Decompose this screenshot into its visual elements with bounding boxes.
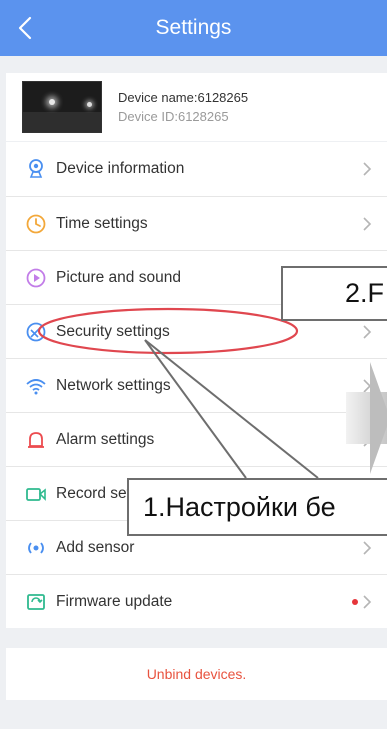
menu-item-label: Picture and sound [56,268,181,286]
menu-item-label: Firmware update [56,592,173,610]
menu-item-picture-and-sound[interactable]: Picture and sound [6,250,387,304]
device-card[interactable]: Device name:6128265 Device ID:6128265 [6,73,387,141]
wifi-icon [24,374,48,398]
title-bar: Settings [0,0,387,56]
media-icon [24,266,48,290]
menu-item-time-settings[interactable]: Time settings [6,196,387,250]
chevron-right-icon [357,484,377,504]
menu-item-device-information[interactable]: Device information [6,142,387,196]
device-name: Device name:6128265 [118,90,249,105]
chevron-right-icon [357,376,377,396]
chevron-right-icon [357,322,377,342]
device-thumbnail [22,81,102,133]
menu-item-label: Record set [56,484,131,502]
chevron-right-icon [357,159,377,179]
sensor-icon [24,536,48,560]
chevron-right-icon [357,538,377,558]
clock-icon [24,212,48,236]
menu-item-add-sensor[interactable]: Add sensor [6,520,387,574]
menu-item-alarm-settings[interactable]: Alarm settings [6,412,387,466]
menu-item-record-settings[interactable]: Record set [6,466,387,520]
device-info-icon [24,157,48,181]
back-button[interactable] [10,10,40,46]
page-title: Settings [155,16,232,39]
unbind-devices-button[interactable]: Unbind devices. [6,648,387,700]
chevron-right-icon [357,430,377,450]
alarm-icon [24,428,48,452]
menu-item-network-settings[interactable]: Network settings [6,358,387,412]
menu-item-label: Network settings [56,376,171,394]
menu-item-firmware-update[interactable]: Firmware update [6,574,387,628]
chevron-right-icon [357,268,377,288]
device-id: Device ID:6128265 [118,109,229,124]
unbind-label: Unbind devices. [146,666,247,682]
menu-item-security-settings[interactable]: Security settings [6,304,387,358]
chevron-left-icon [18,16,32,40]
settings-menu: Device information Time settings Picture… [6,142,387,628]
record-icon [24,482,48,506]
chevron-right-icon [357,592,377,612]
menu-item-label: Security settings [56,322,170,340]
chevron-right-icon [357,214,377,234]
shield-icon [24,320,48,344]
menu-item-label: Time settings [56,214,148,232]
menu-item-label: Device information [56,160,185,177]
menu-item-label: Alarm settings [56,430,155,448]
firmware-icon [24,590,48,614]
menu-item-label: Add sensor [56,538,135,556]
